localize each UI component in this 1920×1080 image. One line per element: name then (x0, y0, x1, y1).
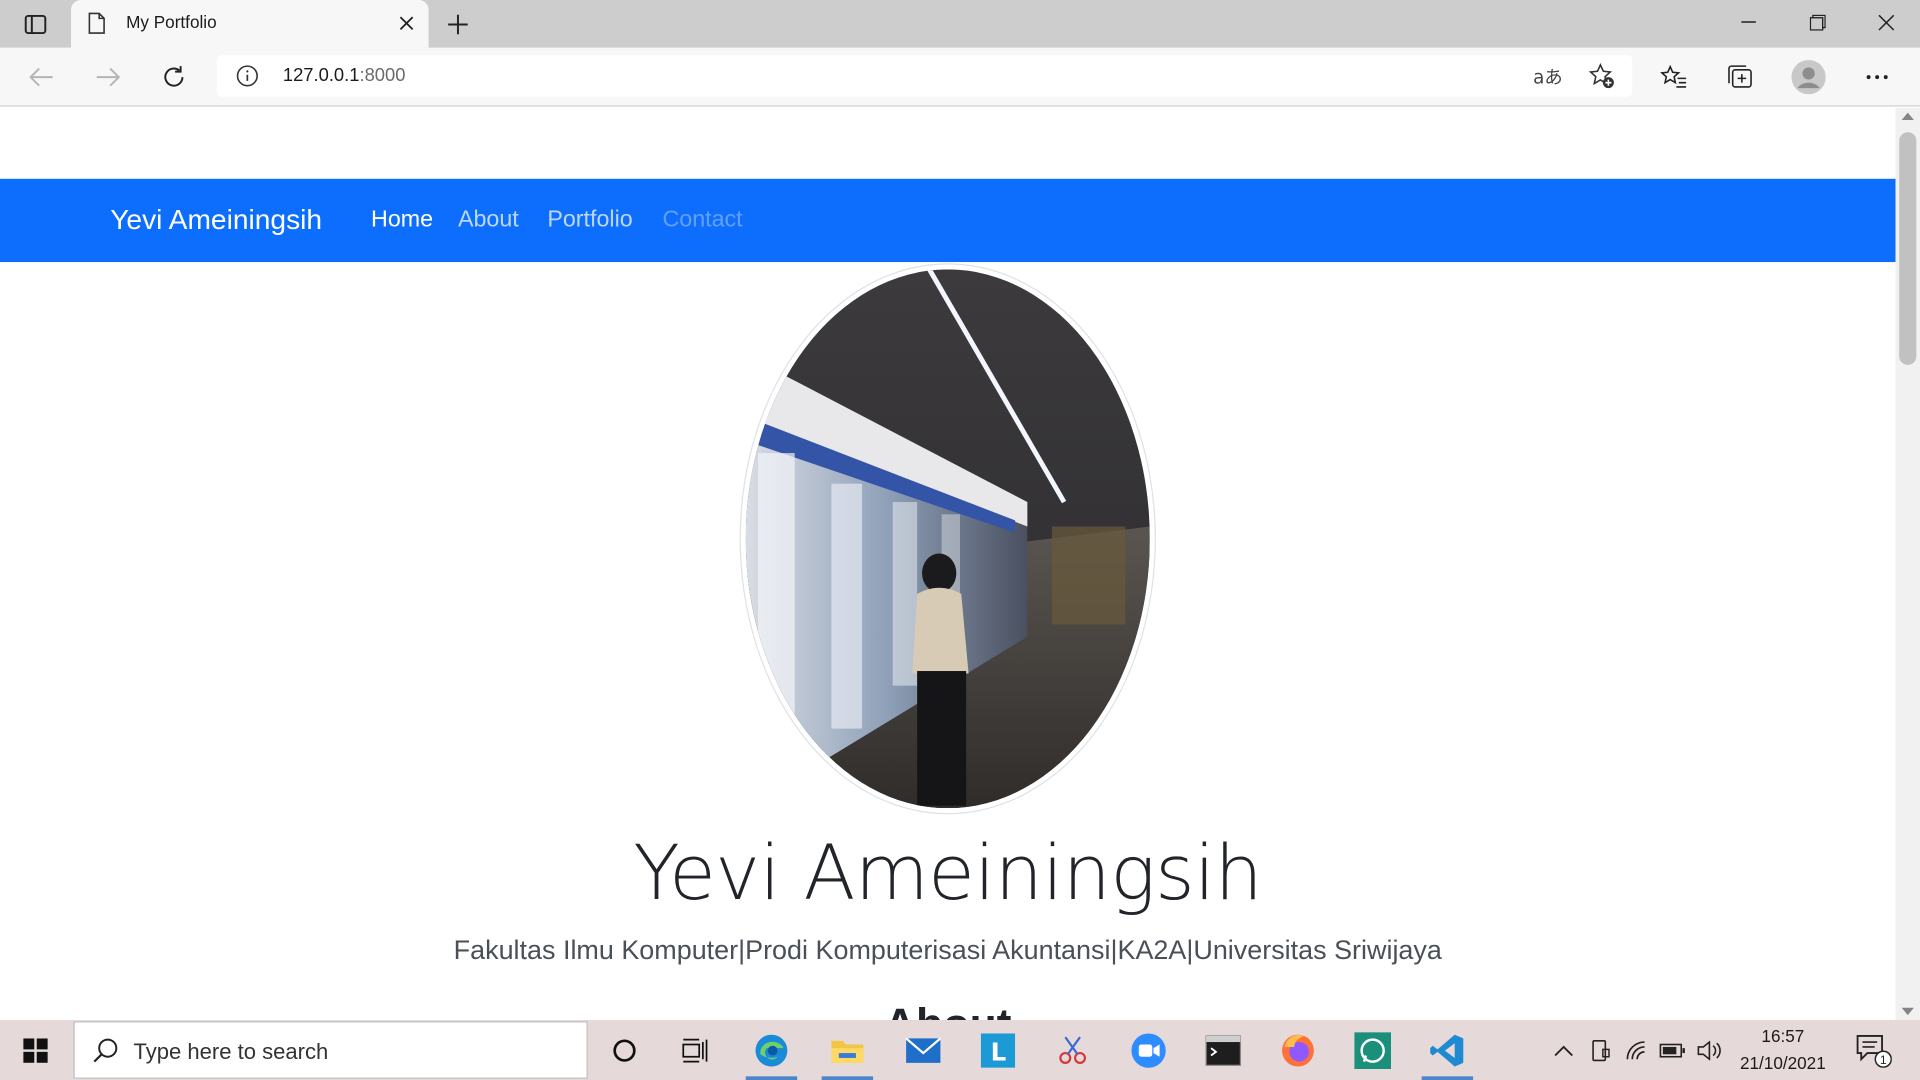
taskbar-l-app[interactable]: L (967, 1020, 1028, 1080)
cortana-icon (613, 1038, 636, 1062)
taskbar-terminal[interactable] (1193, 1020, 1254, 1080)
nav-home[interactable]: Home (371, 207, 433, 234)
tray-wifi-button[interactable] (1621, 1020, 1655, 1080)
taskbar-firefox[interactable] (1267, 1020, 1328, 1080)
tab-actions-icon (24, 14, 47, 35)
taskbar-file-explorer[interactable] (817, 1020, 878, 1080)
battery-icon (1659, 1043, 1685, 1057)
forward-arrow-icon (96, 67, 121, 87)
edge-icon (755, 1034, 788, 1066)
page-icon (88, 12, 105, 39)
minimize-icon (1741, 21, 1756, 23)
browser-toolbar: 127.0.0.1:8000 aあ (0, 47, 1920, 107)
collections-icon (1728, 65, 1752, 88)
url-text: 127.0.0.1:8000 (282, 64, 406, 86)
task-view-icon (682, 1038, 708, 1062)
svg-text:L: L (991, 1037, 1007, 1066)
info-icon[interactable] (236, 65, 258, 92)
tray-overflow-button[interactable] (1548, 1020, 1580, 1080)
hero-name: Yevi Ameiningsih (633, 827, 1263, 918)
windows-logo-icon (23, 1037, 48, 1063)
favorites-button[interactable] (1654, 58, 1693, 97)
nav-contact[interactable]: Contact (662, 207, 742, 234)
site-navbar: Yevi Ameiningsih Home About Portfolio Co… (0, 178, 1896, 263)
profile-avatar-icon (1791, 60, 1826, 95)
vscode-icon (1430, 1034, 1464, 1066)
chevron-up-icon (1554, 1045, 1573, 1056)
task-view-button[interactable] (665, 1020, 726, 1080)
hero-subtitle: Fakultas Ilmu Komputer|Prodi Komputerisa… (453, 934, 1442, 965)
taskbar-vscode[interactable] (1417, 1020, 1478, 1080)
volume-icon (1697, 1040, 1721, 1060)
add-favorite-icon[interactable] (1588, 62, 1615, 94)
action-center-button[interactable]: 1 (1849, 1020, 1898, 1080)
whatsapp-icon (1354, 1031, 1392, 1069)
close-icon (1877, 14, 1894, 30)
tab-strip: My Portfolio (0, 0, 1920, 48)
back-arrow-icon (29, 67, 53, 87)
restore-button[interactable] (1783, 0, 1852, 44)
refresh-icon (164, 66, 184, 87)
profile-button[interactable] (1789, 58, 1828, 97)
mail-icon (905, 1036, 942, 1063)
device-icon (1592, 1039, 1610, 1061)
taskbar-whatsapp[interactable] (1342, 1020, 1403, 1080)
favorites-icon (1660, 64, 1687, 88)
search-icon (92, 1037, 119, 1069)
profile-photo (739, 263, 1156, 815)
clock-time: 16:57 (1761, 1026, 1805, 1046)
nav-about[interactable]: About (458, 207, 519, 234)
new-tab-button[interactable] (441, 7, 475, 41)
settings-menu-button[interactable] (1858, 58, 1897, 97)
plus-icon (448, 14, 468, 35)
about-heading: About (0, 999, 1896, 1020)
minimize-button[interactable] (1714, 0, 1783, 44)
start-button[interactable] (0, 1020, 71, 1080)
zoom-icon (1131, 1032, 1166, 1068)
firefox-icon (1282, 1034, 1314, 1066)
notification-count: 1 (1880, 1052, 1887, 1066)
wifi-icon (1626, 1040, 1645, 1059)
windows-taskbar: Type here to search L 16:57 21/10/2021 1 (0, 1020, 1920, 1080)
notification-icon: 1 (1856, 1034, 1892, 1068)
snipping-tool-icon (1059, 1035, 1087, 1064)
tray-battery-button[interactable] (1656, 1020, 1690, 1080)
page-viewport: Yevi Ameiningsih Home About Portfolio Co… (0, 107, 1896, 1021)
taskbar-edge[interactable] (741, 1020, 802, 1080)
scroll-down-arrow-icon[interactable] (1901, 1007, 1914, 1016)
close-window-button[interactable] (1851, 0, 1920, 44)
browser-tab[interactable]: My Portfolio (71, 0, 429, 48)
restore-icon (1809, 14, 1826, 31)
taskbar-search-box[interactable]: Type here to search (73, 1021, 588, 1079)
tab-close-icon[interactable] (394, 11, 418, 35)
tab-actions-button[interactable] (12, 7, 59, 41)
forward-button[interactable] (88, 58, 127, 97)
tray-device-button[interactable] (1585, 1020, 1617, 1080)
nav-portfolio[interactable]: Portfolio (547, 207, 632, 234)
address-bar[interactable]: 127.0.0.1:8000 aあ (216, 55, 1633, 97)
taskbar-snipping-tool[interactable] (1042, 1020, 1103, 1080)
taskbar-zoom[interactable] (1118, 1020, 1179, 1080)
terminal-icon (1205, 1034, 1242, 1066)
tray-volume-button[interactable] (1692, 1020, 1726, 1080)
tab-title: My Portfolio (126, 12, 217, 32)
translate-icon[interactable]: aあ (1533, 64, 1563, 90)
search-placeholder: Type here to search (133, 1039, 329, 1065)
l-app-icon: L (980, 1032, 1016, 1068)
page-scrollbar[interactable] (1895, 107, 1920, 1021)
taskbar-mail[interactable] (893, 1020, 954, 1080)
refresh-button[interactable] (154, 58, 193, 97)
more-icon (1866, 75, 1888, 80)
collections-button[interactable] (1720, 58, 1759, 97)
back-button[interactable] (22, 58, 61, 97)
clock-date: 21/10/2021 (1739, 1053, 1826, 1073)
folder-icon (831, 1040, 864, 1063)
scroll-up-arrow-icon[interactable] (1901, 112, 1914, 121)
cortana-button[interactable] (594, 1020, 655, 1080)
scroll-thumb[interactable] (1899, 132, 1917, 365)
navbar-brand[interactable]: Yevi Ameiningsih (110, 203, 322, 236)
